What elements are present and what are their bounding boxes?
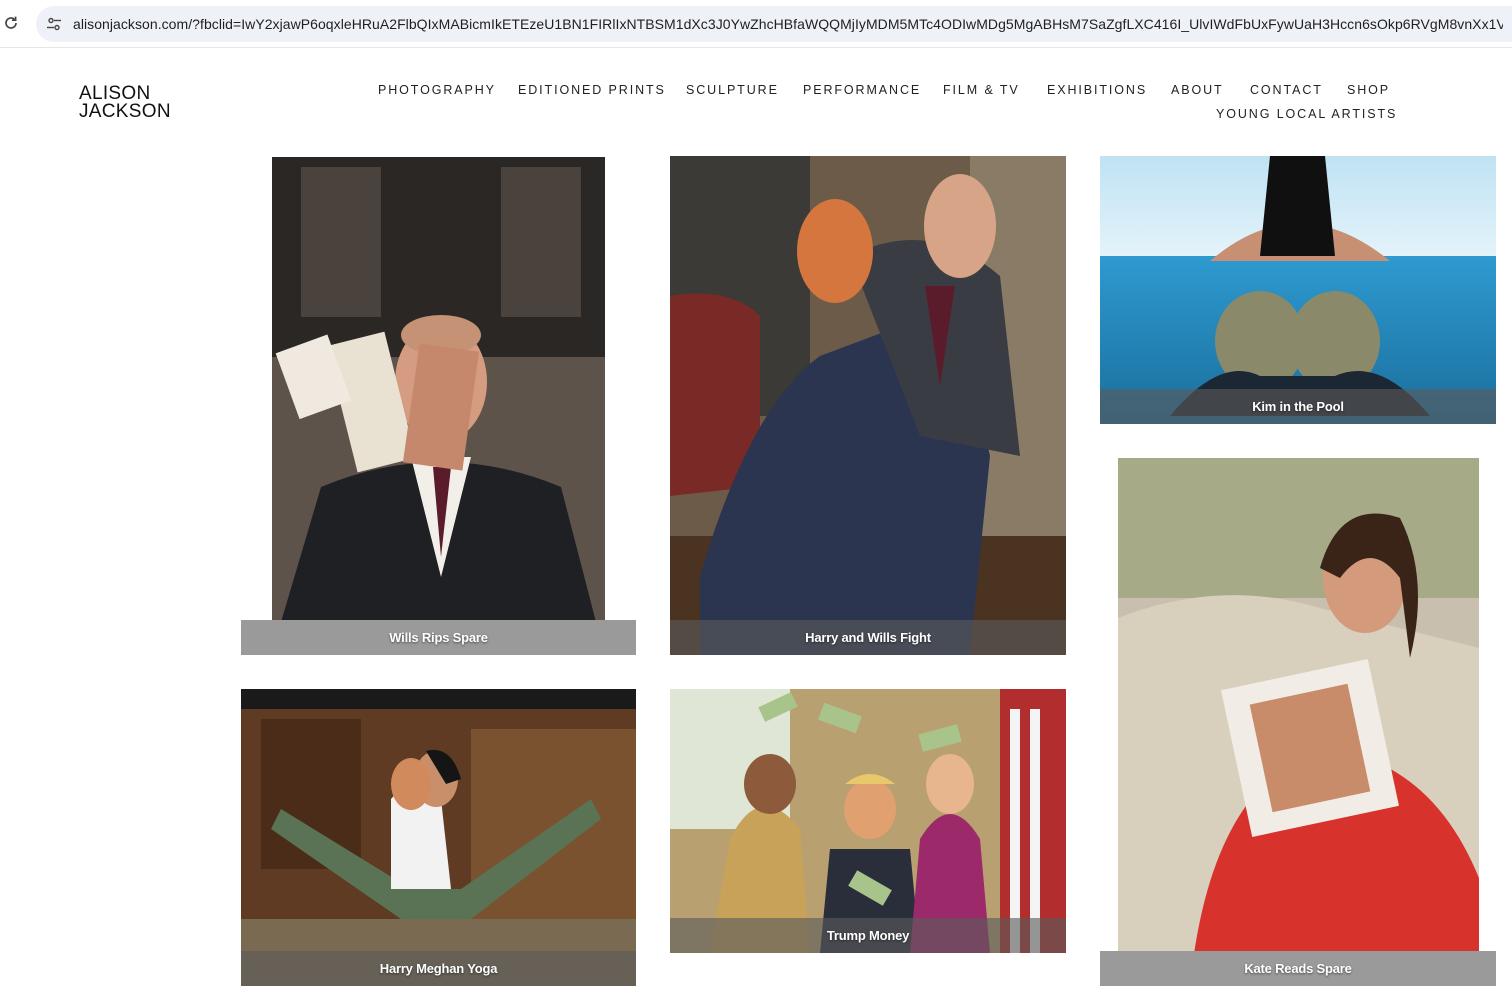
logo-line-2: JACKSON — [79, 101, 171, 122]
caption-band: Kate Reads Spare — [1100, 951, 1496, 986]
browser-address-bar: alisonjackson.com/?fbclid=IwY2xjawP6oqxl… — [0, 0, 1512, 48]
caption-kim-pool: Kim in the Pool — [1252, 399, 1344, 414]
caption-band: Trump Money — [670, 918, 1066, 953]
url-field[interactable]: alisonjackson.com/?fbclid=IwY2xjawP6oqxl… — [36, 6, 1512, 42]
gallery-tile-kate-reads-spare[interactable]: Kate Reads Spare — [1100, 458, 1496, 986]
kate-reads-spare-photo — [1100, 458, 1496, 986]
caption-band: Kim in the Pool — [1100, 389, 1496, 424]
site-logo[interactable]: ALISON JACKSON — [79, 84, 171, 122]
tune-icon[interactable] — [46, 16, 62, 32]
gallery-tile-harry-meghan-yoga[interactable]: Harry Meghan Yoga — [241, 689, 636, 986]
nav-exhibitions[interactable]: EXHIBITIONS — [1047, 83, 1147, 97]
caption-harry-wills-fight: Harry and Wills Fight — [805, 630, 931, 645]
caption-band: Wills Rips Spare — [241, 620, 636, 655]
caption-kate-reads-spare: Kate Reads Spare — [1244, 961, 1352, 976]
nav-young-local-artists[interactable]: YOUNG LOCAL ARTISTS — [1216, 107, 1397, 121]
gallery-tile-wills-rips-spare[interactable]: Wills Rips Spare — [241, 157, 636, 655]
gallery-tile-harry-wills-fight[interactable]: Harry and Wills Fight — [670, 156, 1066, 655]
nav-photography[interactable]: PHOTOGRAPHY — [378, 83, 496, 97]
nav-film-tv[interactable]: FILM & TV — [943, 83, 1020, 97]
url-text: alisonjackson.com/?fbclid=IwY2xjawP6oqxl… — [73, 16, 1503, 32]
gallery-tile-trump-money[interactable]: Trump Money — [670, 689, 1066, 953]
harry-meghan-yoga-photo — [241, 689, 636, 986]
caption-wills-rips-spare: Wills Rips Spare — [389, 630, 488, 645]
nav-sculpture[interactable]: SCULPTURE — [686, 83, 779, 97]
nav-contact[interactable]: CONTACT — [1250, 83, 1323, 97]
trump-money-photo — [670, 689, 1066, 953]
harry-wills-fight-photo — [670, 156, 1066, 655]
kim-pool-photo — [1100, 156, 1496, 424]
wills-rips-spare-photo — [241, 157, 636, 655]
nav-about[interactable]: ABOUT — [1171, 83, 1224, 97]
nav-shop[interactable]: SHOP — [1347, 83, 1390, 97]
caption-band: Harry Meghan Yoga — [241, 951, 636, 986]
nav-performance[interactable]: PERFORMANCE — [803, 83, 921, 97]
reload-icon[interactable] — [2, 14, 20, 32]
caption-harry-meghan-yoga: Harry Meghan Yoga — [379, 961, 498, 976]
caption-band: Harry and Wills Fight — [670, 620, 1066, 655]
caption-trump-money: Trump Money — [826, 928, 910, 943]
gallery-tile-kim-pool[interactable]: Kim in the Pool — [1100, 156, 1496, 424]
nav-editioned-prints[interactable]: EDITIONED PRINTS — [518, 83, 666, 97]
